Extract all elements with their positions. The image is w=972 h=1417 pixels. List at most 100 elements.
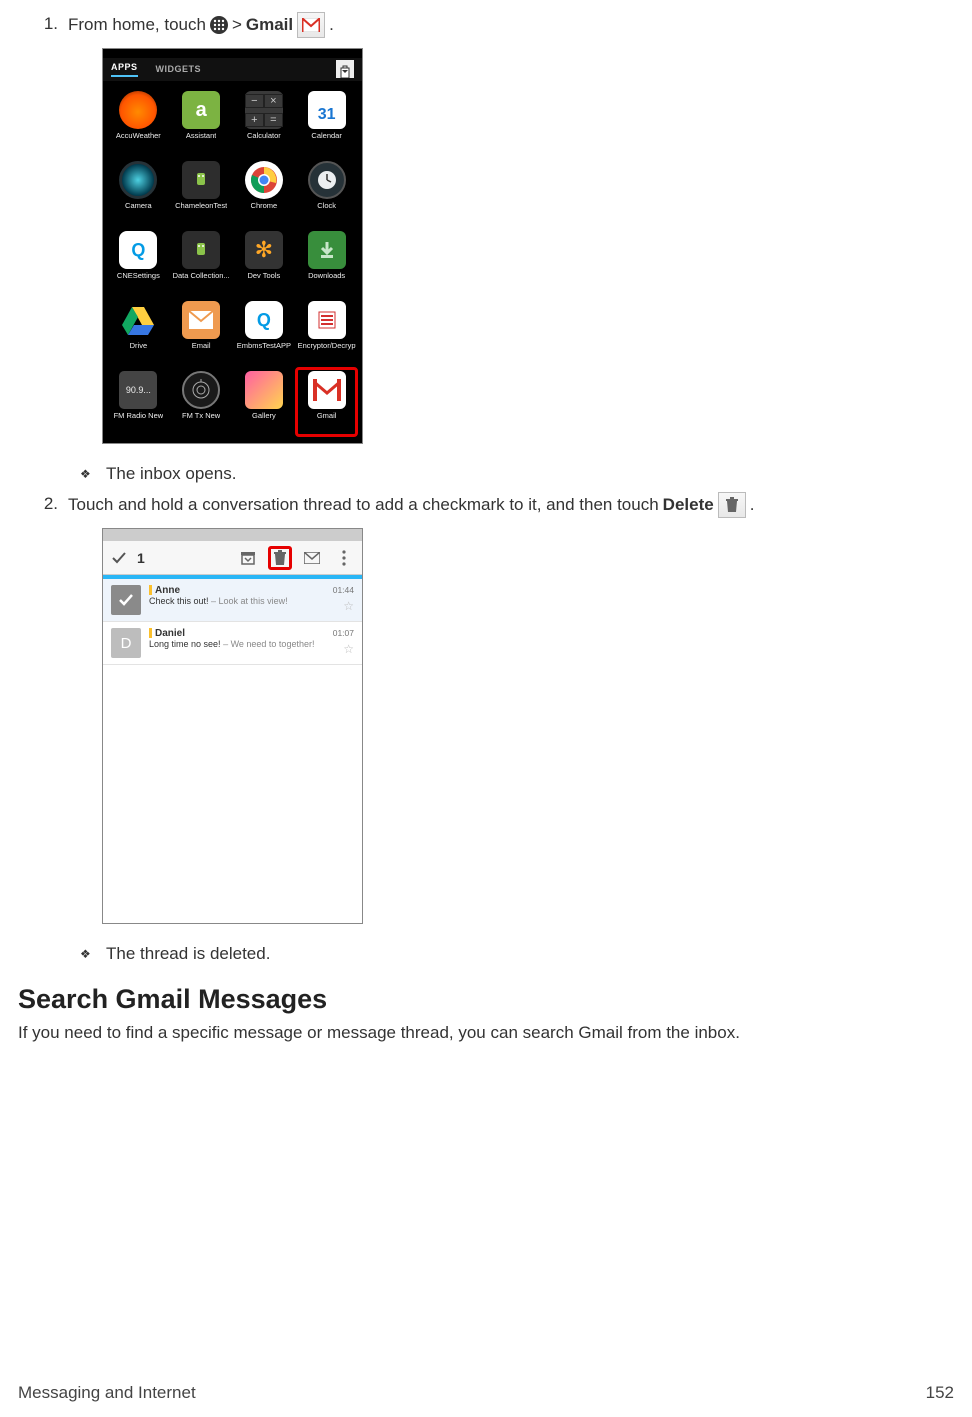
fmradio-icon: 90.9...: [119, 371, 157, 409]
step-2-part-a: Touch and hold a conversation thread to …: [68, 493, 659, 518]
devtools-icon: ✻: [245, 231, 283, 269]
app-calendar: 31 Calendar: [295, 87, 358, 157]
gmail-message-selected: Anne Check this out! – Look at this view…: [103, 579, 362, 622]
app-label: Data Collection...: [173, 272, 230, 280]
camera-icon: [119, 161, 157, 199]
selection-count: 1: [137, 550, 145, 566]
screenshot-app-drawer: APPS WIDGETS AccuWeather aAssistant −×+=…: [102, 48, 363, 444]
app-chameleon: ChameleonTest: [170, 157, 233, 227]
message-sender: Daniel: [149, 628, 329, 639]
gmail-message: D Daniel Long time no see! – We need to …: [103, 622, 362, 665]
step-2-result-text: The thread is deleted.: [106, 944, 954, 964]
section-paragraph: If you need to find a specific message o…: [18, 1021, 954, 1046]
accuweather-icon: [119, 91, 157, 129]
datacollection-icon: [182, 231, 220, 269]
gmail-action-bar: 1: [103, 541, 362, 575]
gmail-app-icon: [308, 371, 346, 409]
status-bar: [103, 529, 362, 541]
step-2-delete: Delete: [663, 493, 714, 518]
step-1-part-c: .: [329, 13, 334, 38]
step-2: 2. Touch and hold a conversation thread …: [40, 492, 954, 518]
gmail-icon: [297, 12, 325, 38]
encryptor-icon: [308, 301, 346, 339]
app-drawer-tabs: APPS WIDGETS: [103, 58, 362, 81]
step-1-text: From home, touch > Gmail .: [68, 12, 954, 38]
sender-name: Anne: [155, 585, 180, 596]
cne-icon: Q: [119, 231, 157, 269]
app-encryptor: Encryptor/Decryptor: [295, 297, 358, 367]
app-label: Clock: [317, 202, 336, 210]
message-subject: Long time no see! – We need to together!: [149, 639, 329, 649]
section-heading: Search Gmail Messages: [18, 984, 954, 1015]
subject-text: Check this out!: [149, 596, 209, 606]
step-2-result: ❖ The thread is deleted.: [80, 944, 954, 964]
step-1-number: 1.: [40, 12, 68, 37]
app-label: ChameleonTest: [175, 202, 227, 210]
calendar-number: 31: [318, 101, 336, 129]
embms-icon: Q: [245, 301, 283, 339]
app-fmradio: 90.9... FM Radio New: [107, 367, 170, 437]
app-label: Gmail: [317, 412, 337, 420]
archive-icon: [236, 546, 260, 570]
message-subject: Check this out! – Look at this view!: [149, 596, 329, 606]
done-icon: [109, 548, 129, 568]
preview-text: – Look at this view!: [209, 596, 288, 606]
subject-text: Long time no see!: [149, 639, 221, 649]
app-label: Email: [192, 342, 211, 350]
mail-icon: [300, 546, 324, 570]
calendar-icon: 31: [308, 91, 346, 129]
play-store-icon: [336, 60, 354, 78]
gmail-empty-area: [103, 665, 362, 923]
step-1-part-a: From home, touch: [68, 13, 206, 38]
app-gmail-highlighted: Gmail: [295, 367, 358, 437]
app-grid: AccuWeather aAssistant −×+=Calculator 31…: [103, 81, 362, 443]
chameleon-icon: [182, 161, 220, 199]
app-embms: Q EmbmsTestAPP: [233, 297, 296, 367]
apps-icon: [210, 16, 228, 34]
step-2-text: Touch and hold a conversation thread to …: [68, 492, 954, 518]
step-2-number: 2.: [40, 492, 68, 517]
app-label: FM Tx New: [182, 412, 220, 420]
calculator-icon: −×+=: [245, 91, 283, 129]
app-fmtx: FM Tx New: [170, 367, 233, 437]
message-time: 01:44: [333, 585, 354, 595]
overflow-icon: [332, 546, 356, 570]
app-devtools: ✻Dev Tools: [233, 227, 296, 297]
delete-icon-highlighted: [268, 546, 292, 570]
app-drive: Drive: [107, 297, 170, 367]
app-label: Encryptor/Decryptor: [298, 342, 356, 350]
status-bar: [103, 49, 362, 58]
app-camera: Camera: [107, 157, 170, 227]
tab-apps: APPS: [111, 62, 138, 77]
drive-icon: [119, 301, 157, 339]
clock-icon: [308, 161, 346, 199]
star-icon: ☆: [343, 599, 354, 613]
app-downloads: Downloads: [295, 227, 358, 297]
screenshot-gmail-select: 1 Anne Check this out! – Look at this vi…: [102, 528, 363, 924]
app-label: Calculator: [247, 132, 281, 140]
diamond-bullet-icon: ❖: [80, 944, 106, 961]
app-label: Chrome: [251, 202, 278, 210]
step-1: 1. From home, touch > Gmail .: [40, 12, 954, 38]
message-sender: Anne: [149, 585, 329, 596]
assistant-icon: a: [182, 91, 220, 129]
app-label: Downloads: [308, 272, 345, 280]
app-label: EmbmsTestAPP: [237, 342, 291, 350]
chrome-icon: [245, 161, 283, 199]
app-gallery: Gallery: [233, 367, 296, 437]
gallery-icon: [245, 371, 283, 409]
star-icon: ☆: [343, 642, 354, 656]
message-time: 01:07: [333, 628, 354, 638]
app-label: Gallery: [252, 412, 276, 420]
step-2-part-b: .: [750, 493, 755, 518]
app-label: FM Radio New: [114, 412, 164, 420]
downloads-icon: [308, 231, 346, 269]
app-label: CNESettings: [117, 272, 160, 280]
preview-text: – We need to together!: [221, 639, 315, 649]
app-email: Email: [170, 297, 233, 367]
app-assistant: aAssistant: [170, 87, 233, 157]
app-label: Drive: [130, 342, 148, 350]
step-1-gmail: Gmail: [246, 13, 293, 38]
app-label: Calendar: [311, 132, 341, 140]
diamond-bullet-icon: ❖: [80, 464, 106, 481]
